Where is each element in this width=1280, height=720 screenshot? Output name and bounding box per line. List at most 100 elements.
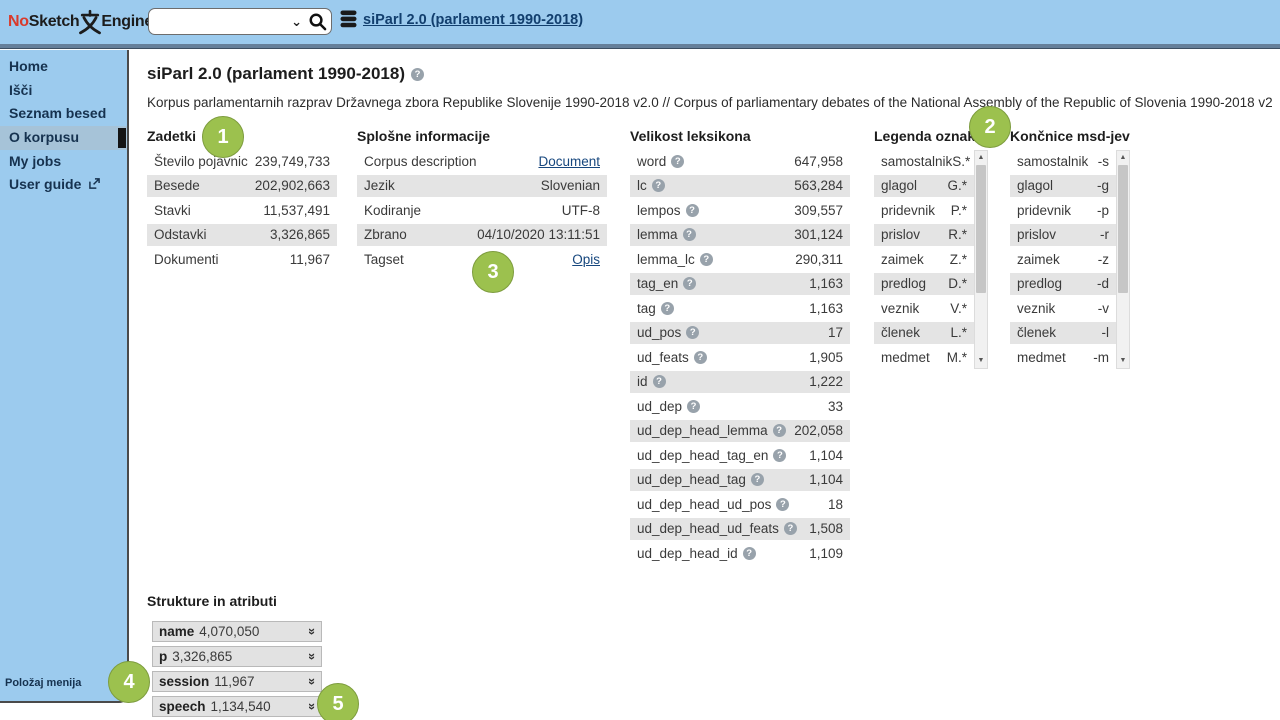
search-icon[interactable] [308, 12, 327, 31]
scrollbar-thumb[interactable] [1118, 165, 1128, 293]
row-value: M.* [947, 350, 967, 365]
koncnice-header: Končnice msd-jev [1010, 128, 1130, 144]
row-label: ud_dep_head_lemma? [637, 423, 786, 438]
row-label: medmet [1017, 350, 1066, 365]
structure-speech-expander[interactable]: speech 1,134,540 » [152, 696, 322, 717]
row-value: 17 [828, 325, 843, 340]
sidebar-item-isci[interactable]: Išči [0, 79, 127, 103]
help-icon[interactable]: ? [687, 400, 700, 413]
chevron-down-icon[interactable]: ⌄ [289, 15, 308, 28]
attribute-name: lc [637, 178, 647, 193]
scroll-down-icon[interactable]: ▼ [978, 354, 985, 368]
expand-chevron-icon[interactable]: » [305, 653, 320, 660]
help-icon[interactable]: ? [694, 351, 707, 364]
row-value: D.* [948, 276, 967, 291]
help-icon[interactable]: ? [671, 155, 684, 168]
row-label: samostalnik [1017, 154, 1088, 169]
help-icon[interactable]: ? [751, 473, 764, 486]
table-row: ud_dep_head_lemma? 202,058 [630, 420, 850, 443]
help-icon[interactable]: ? [773, 449, 786, 462]
sidebar-item-home[interactable]: Home [0, 55, 127, 79]
help-icon[interactable]: ? [784, 522, 797, 535]
table-row: lc? 563,284 [630, 175, 850, 198]
help-icon[interactable]: ? [776, 498, 789, 511]
top-bar: NoSketchEngine ⌄ siParl 2.0 (parlament 1… [0, 0, 1280, 44]
attribute-name: lemma_lc [637, 252, 695, 267]
help-icon[interactable]: ? [653, 375, 666, 388]
row-label: ud_dep? [637, 399, 700, 414]
row-value[interactable]: Opis [572, 252, 600, 267]
row-value: 1,109 [809, 546, 843, 561]
expand-chevron-icon[interactable]: » [305, 678, 320, 685]
scrollbar[interactable]: ▲ ▼ [1116, 150, 1130, 369]
structure-p-expander[interactable]: p 3,326,865 » [152, 646, 322, 667]
scroll-up-icon[interactable]: ▲ [1120, 151, 1127, 165]
row-label: prislov [1017, 227, 1056, 242]
table-row: samostalnik S.* [874, 150, 974, 173]
table-row: pridevnik -p [1010, 199, 1116, 222]
help-icon[interactable]: ? [686, 204, 699, 217]
help-icon[interactable]: ? [661, 302, 674, 315]
scrollbar[interactable]: ▲ ▼ [974, 150, 988, 369]
scrollbar-thumb[interactable] [976, 165, 986, 293]
row-label: ud_dep_head_tag_en? [637, 448, 786, 463]
scroll-up-icon[interactable]: ▲ [978, 151, 985, 165]
structure-session-expander[interactable]: session 11,967 » [152, 671, 322, 692]
row-value: 1,163 [809, 276, 843, 291]
search-input[interactable] [157, 14, 289, 29]
sidebar-item-seznam-besed[interactable]: Seznam besed [0, 102, 127, 126]
help-icon[interactable]: ? [773, 424, 786, 437]
row-value[interactable]: UTF-8 [562, 203, 600, 218]
row-value: 202,058 [794, 423, 843, 438]
help-icon[interactable]: ? [743, 547, 756, 560]
table-row: lemma? 301,124 [630, 224, 850, 247]
help-icon[interactable]: ? [700, 253, 713, 266]
attribute-name: ud_dep_head_lemma [637, 423, 768, 438]
table-row: členek L.* [874, 322, 974, 345]
table-row: medmet -m [1010, 346, 1116, 369]
row-value[interactable]: Document [538, 154, 600, 169]
help-icon[interactable]: ? [683, 277, 696, 290]
row-label: členek [881, 325, 920, 340]
sidebar-item-my-jobs[interactable]: My jobs [0, 150, 127, 174]
help-icon[interactable]: ? [411, 68, 424, 81]
row-label: ud_dep_head_ud_pos? [637, 497, 789, 512]
row-label: lc? [637, 178, 665, 193]
row-value[interactable]: 04/10/2020 13:11:51 [477, 227, 600, 242]
help-icon[interactable]: ? [683, 228, 696, 241]
scroll-down-icon[interactable]: ▼ [1120, 354, 1127, 368]
sidebar-item-user-guide[interactable]: User guide [0, 173, 127, 197]
table-row: ud_dep_head_ud_pos? 18 [630, 493, 850, 516]
menu-position-toggle[interactable]: Položaj menija [5, 677, 81, 689]
sidebar-nav: Home Išči Seznam besed O korpusu My jobs… [0, 50, 127, 197]
row-value: -v [1098, 301, 1109, 316]
topbar-divider [0, 44, 1280, 49]
row-value: 1,104 [809, 448, 843, 463]
corpus-link[interactable]: siParl 2.0 (parlament 1990-2018) [363, 12, 583, 28]
expand-chevron-icon[interactable]: » [305, 628, 320, 635]
row-value: -l [1102, 325, 1110, 340]
attribute-name: ud_feats [637, 350, 689, 365]
sidebar: Home Išči Seznam besed O korpusu My jobs… [0, 50, 129, 703]
row-value: 18 [828, 497, 843, 512]
sidebar-item-o-korpusu[interactable]: O korpusu [0, 126, 127, 150]
table-row: ud_dep_head_id? 1,109 [630, 542, 850, 565]
step-marker-4: 4 [108, 661, 150, 703]
structure-name-expander[interactable]: name 4,070,050 » [152, 621, 322, 642]
table-row: ud_dep? 33 [630, 395, 850, 418]
row-value[interactable]: Slovenian [541, 178, 600, 193]
table-row: Dokumenti 11,967 [147, 248, 337, 271]
row-value: 301,124 [794, 227, 843, 242]
attribute-name: lemma [637, 227, 678, 242]
help-icon[interactable]: ? [686, 326, 699, 339]
quick-search-box[interactable]: ⌄ [148, 8, 332, 35]
row-label: Odstavki [154, 227, 207, 242]
structure-label: name [159, 624, 194, 639]
table-row: Odstavki 3,326,865 [147, 224, 337, 247]
row-label: ud_feats? [637, 350, 707, 365]
table-row: Besede 202,902,663 [147, 175, 337, 198]
row-value: Z.* [950, 252, 967, 267]
row-value: 33 [828, 399, 843, 414]
help-icon[interactable]: ? [652, 179, 665, 192]
structure-count: 3,326,865 [172, 649, 232, 664]
